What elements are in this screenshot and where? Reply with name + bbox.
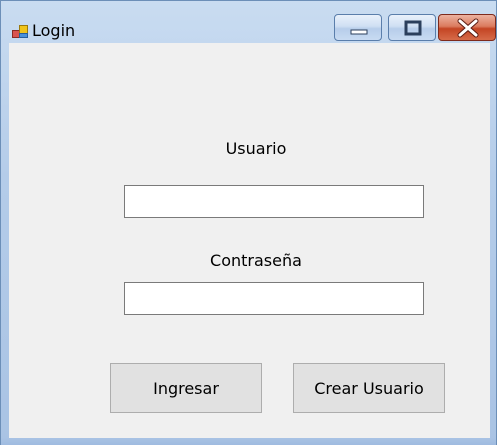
window-title: Login xyxy=(32,21,76,40)
minimize-button[interactable] xyxy=(334,14,382,41)
user-input[interactable] xyxy=(124,185,424,218)
maximize-icon xyxy=(404,20,422,36)
minimize-icon xyxy=(350,29,368,35)
form-client-area: Usuario Contraseña Ingresar Crear Usuari… xyxy=(9,43,490,438)
login-window: Login Usuario Contraseña Ingresar Crear … xyxy=(0,0,497,445)
password-label: Contraseña xyxy=(210,251,302,270)
close-button[interactable] xyxy=(438,14,496,41)
windows-form-icon[interactable] xyxy=(12,25,28,41)
create-user-button[interactable]: Crear Usuario xyxy=(293,363,445,413)
login-button[interactable]: Ingresar xyxy=(110,363,262,413)
user-label: Usuario xyxy=(225,139,287,158)
maximize-button[interactable] xyxy=(388,14,436,41)
close-icon xyxy=(457,18,479,38)
title-bar[interactable]: Login xyxy=(1,1,496,43)
password-input[interactable] xyxy=(124,282,424,315)
window-bottom-border[interactable] xyxy=(1,438,496,445)
